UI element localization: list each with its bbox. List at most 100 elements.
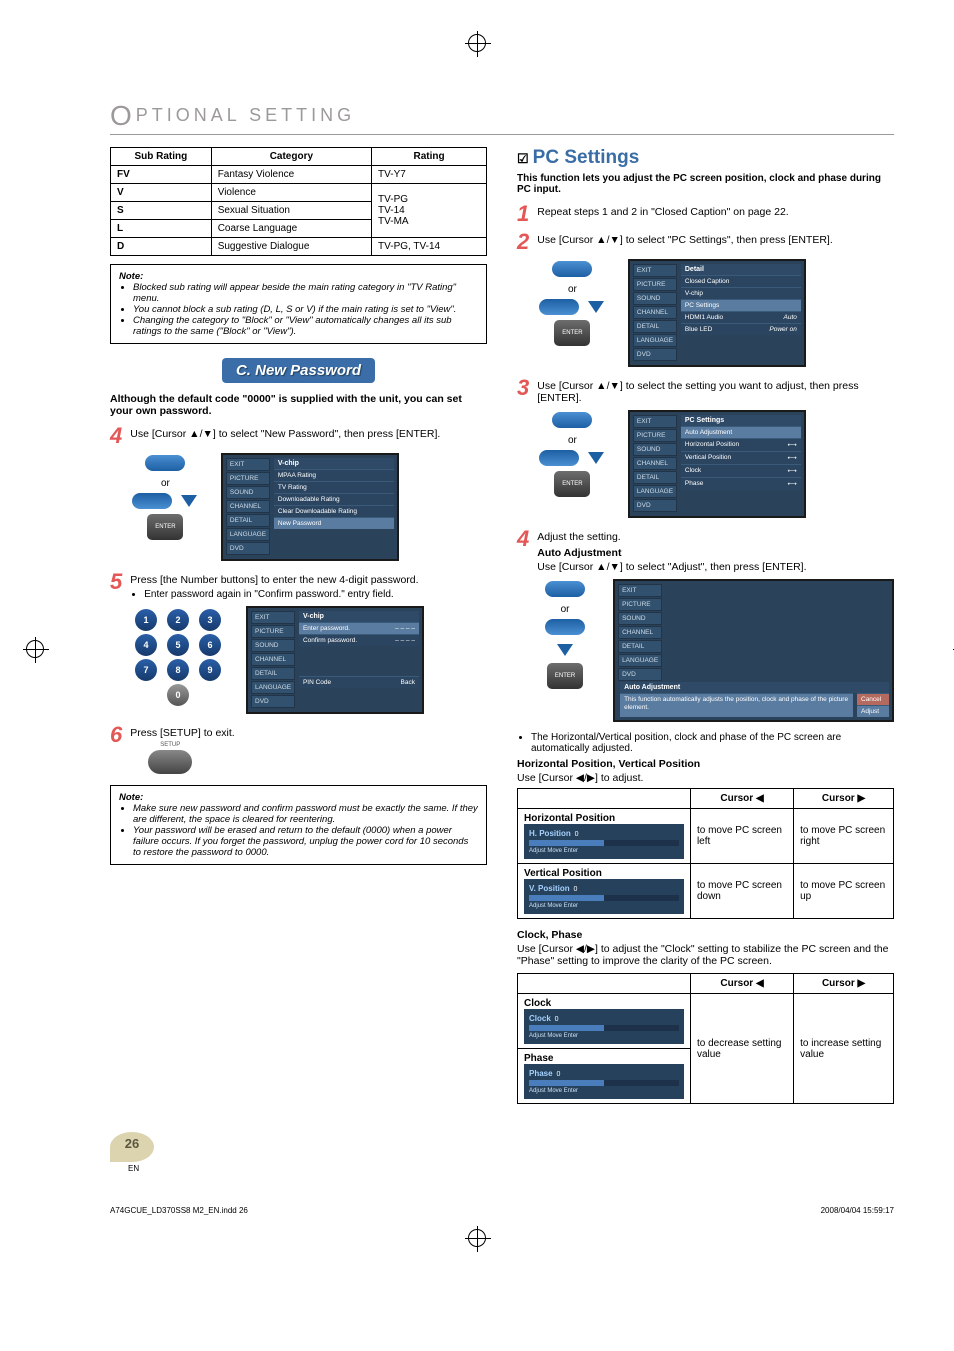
- panel-clock: Clock 0Adjust Move Enter: [524, 1009, 684, 1044]
- cell: L: [111, 220, 212, 238]
- key-5: 5: [167, 634, 189, 656]
- note-item: Changing the category to "Block" or "Vie…: [133, 315, 478, 337]
- cell: TV-Y7: [372, 166, 487, 184]
- th-cat: Category: [211, 148, 371, 166]
- step-text: Adjust the setting.: [537, 531, 620, 543]
- key-3: 3: [199, 609, 221, 631]
- menu-side-item: SOUND: [618, 612, 662, 625]
- enter-button-icon: ENTER: [554, 320, 590, 346]
- new-password-heading-text: C. New Password: [222, 358, 375, 383]
- registration-mark-left: [26, 640, 44, 658]
- menu-row-selected: PC Settings: [681, 299, 801, 311]
- step-5-newpass: 5 Press [the Number buttons] to enter th…: [110, 571, 487, 600]
- menu-side-item: CHANNEL: [226, 500, 270, 513]
- step-number-icon: 3: [517, 377, 529, 404]
- menu-side-item: PICTURE: [251, 625, 295, 638]
- menu-side-item: SOUND: [633, 443, 677, 456]
- menu-side-item: LANGUAGE: [633, 334, 677, 347]
- footer-left: A74GCUE_LD370SS8 M2_EN.indd 26: [110, 1206, 248, 1215]
- th-cursor-left: Cursor ◀: [690, 974, 793, 994]
- row-label: Horizontal Position: [524, 813, 684, 824]
- menu-row: Phase⟷: [681, 477, 801, 490]
- key-9: 9: [199, 659, 221, 681]
- panel-v-position: V. Position 0Adjust Move Enter: [524, 879, 684, 914]
- cp-head: Clock, Phase: [517, 929, 894, 941]
- cell: to decrease setting value: [690, 994, 793, 1104]
- menu-side-item: EXIT: [633, 415, 677, 428]
- cell: TV-PG, TV-14: [372, 238, 487, 256]
- menu-side-item: EXIT: [251, 611, 295, 624]
- pc-settings-title: ☑PC Settings: [517, 147, 894, 169]
- arrow-down-icon: [181, 495, 197, 507]
- arrow-down-icon: [557, 644, 573, 656]
- step-sub: Enter password again in "Confirm passwor…: [144, 589, 487, 600]
- new-password-heading: C. New Password: [110, 358, 487, 383]
- th-sub: Sub Rating: [111, 148, 212, 166]
- key-0: 0: [167, 684, 189, 706]
- auto-bullet-text: The Horizontal/Vertical position, clock …: [531, 732, 894, 754]
- cursor-up-icon: [552, 261, 592, 277]
- menu-side-item: LANGUAGE: [226, 528, 270, 541]
- remote-pad: or ENTER: [537, 259, 608, 346]
- note-head: Note:: [119, 792, 478, 803]
- setup-label: SETUP: [130, 742, 210, 748]
- cursor-up-icon: [552, 412, 592, 428]
- osd-menu-pcsettings: EXIT PICTURE SOUND CHANNEL DETAIL LANGUA…: [628, 410, 806, 518]
- menu-row: TV Rating: [274, 481, 394, 493]
- menu-side-item: DETAIL: [633, 320, 677, 333]
- pc-desc: This function lets you adjust the PC scr…: [517, 173, 894, 195]
- cancel-button: Cancel: [857, 693, 889, 705]
- th-rating: Rating: [372, 148, 487, 166]
- menu-side-item: PICTURE: [226, 472, 270, 485]
- menu-side-item: EXIT: [618, 584, 662, 597]
- cursor-down-icon: [539, 450, 579, 466]
- step-4-newpass: 4 Use [Cursor ▲/▼] to select "New Passwo…: [110, 425, 487, 447]
- footer-right: 2008/04/04 15:59:17: [821, 1206, 894, 1215]
- cursor-up-icon: [145, 455, 185, 471]
- or-label: or: [537, 604, 593, 615]
- auto-adjust-text: Use [Cursor ▲/▼] to select "Adjust", the…: [537, 561, 806, 573]
- right-column: ☑PC Settings This function lets you adju…: [517, 147, 894, 1114]
- menu-text: This function automatically adjusts the …: [620, 693, 853, 717]
- osd-menu-password: EXIT PICTURE SOUND CHANNEL DETAIL LANGUA…: [246, 606, 424, 714]
- menu-row: HDMI1 AudioAuto: [681, 311, 801, 323]
- cell: Fantasy Violence: [211, 166, 371, 184]
- section-title: OPTIONAL SETTING: [110, 100, 894, 135]
- menu-side-item: DETAIL: [633, 471, 677, 484]
- key-1: 1: [135, 609, 157, 631]
- hv-text: Use [Cursor ◀/▶] to adjust.: [517, 772, 894, 784]
- menu-side-item: PICTURE: [633, 429, 677, 442]
- menu-side-item: LANGUAGE: [251, 681, 295, 694]
- row-label: Phase: [524, 1053, 684, 1064]
- page-number-badge: 26: [110, 1132, 154, 1162]
- menu-row: Horizontal Position⟷: [681, 438, 801, 451]
- menu-side-item: EXIT: [226, 458, 270, 471]
- step-text: Press [SETUP] to exit.: [130, 727, 234, 739]
- key-7: 7: [135, 659, 157, 681]
- menu-header: Detail: [681, 264, 801, 275]
- remote-pad: or ENTER: [537, 410, 608, 497]
- menu-side-item: LANGUAGE: [618, 654, 662, 667]
- cell: S: [111, 202, 212, 220]
- menu-side-item: SOUND: [633, 292, 677, 305]
- note-item: You cannot block a sub rating (D, L, S o…: [133, 304, 478, 315]
- cell: V: [111, 184, 212, 202]
- menu-row: Confirm password.– – – –: [299, 634, 419, 646]
- menu-row-selected: Auto Adjustment: [681, 426, 801, 438]
- menu-side-item: CHANNEL: [633, 306, 677, 319]
- menu-side-item: DETAIL: [251, 667, 295, 680]
- enter-button-icon: ENTER: [547, 663, 583, 689]
- cell: to move PC screen down: [690, 864, 793, 919]
- step-text: Use [Cursor ▲/▼] to select "PC Settings"…: [537, 234, 833, 246]
- menu-row-selected: New Password: [274, 517, 394, 529]
- registration-mark-bottom: [468, 1229, 486, 1247]
- step-number-icon: 4: [517, 528, 529, 573]
- cursor-down-icon: [539, 299, 579, 315]
- menu-side-item: CHANNEL: [618, 626, 662, 639]
- adjust-button: Adjust: [857, 705, 889, 717]
- menu-side-item: DVD: [251, 695, 295, 708]
- step-text: Use [Cursor ▲/▼] to select "New Password…: [130, 428, 440, 440]
- key-2: 2: [167, 609, 189, 631]
- menu-side-item: DVD: [226, 542, 270, 555]
- key-4: 4: [135, 634, 157, 656]
